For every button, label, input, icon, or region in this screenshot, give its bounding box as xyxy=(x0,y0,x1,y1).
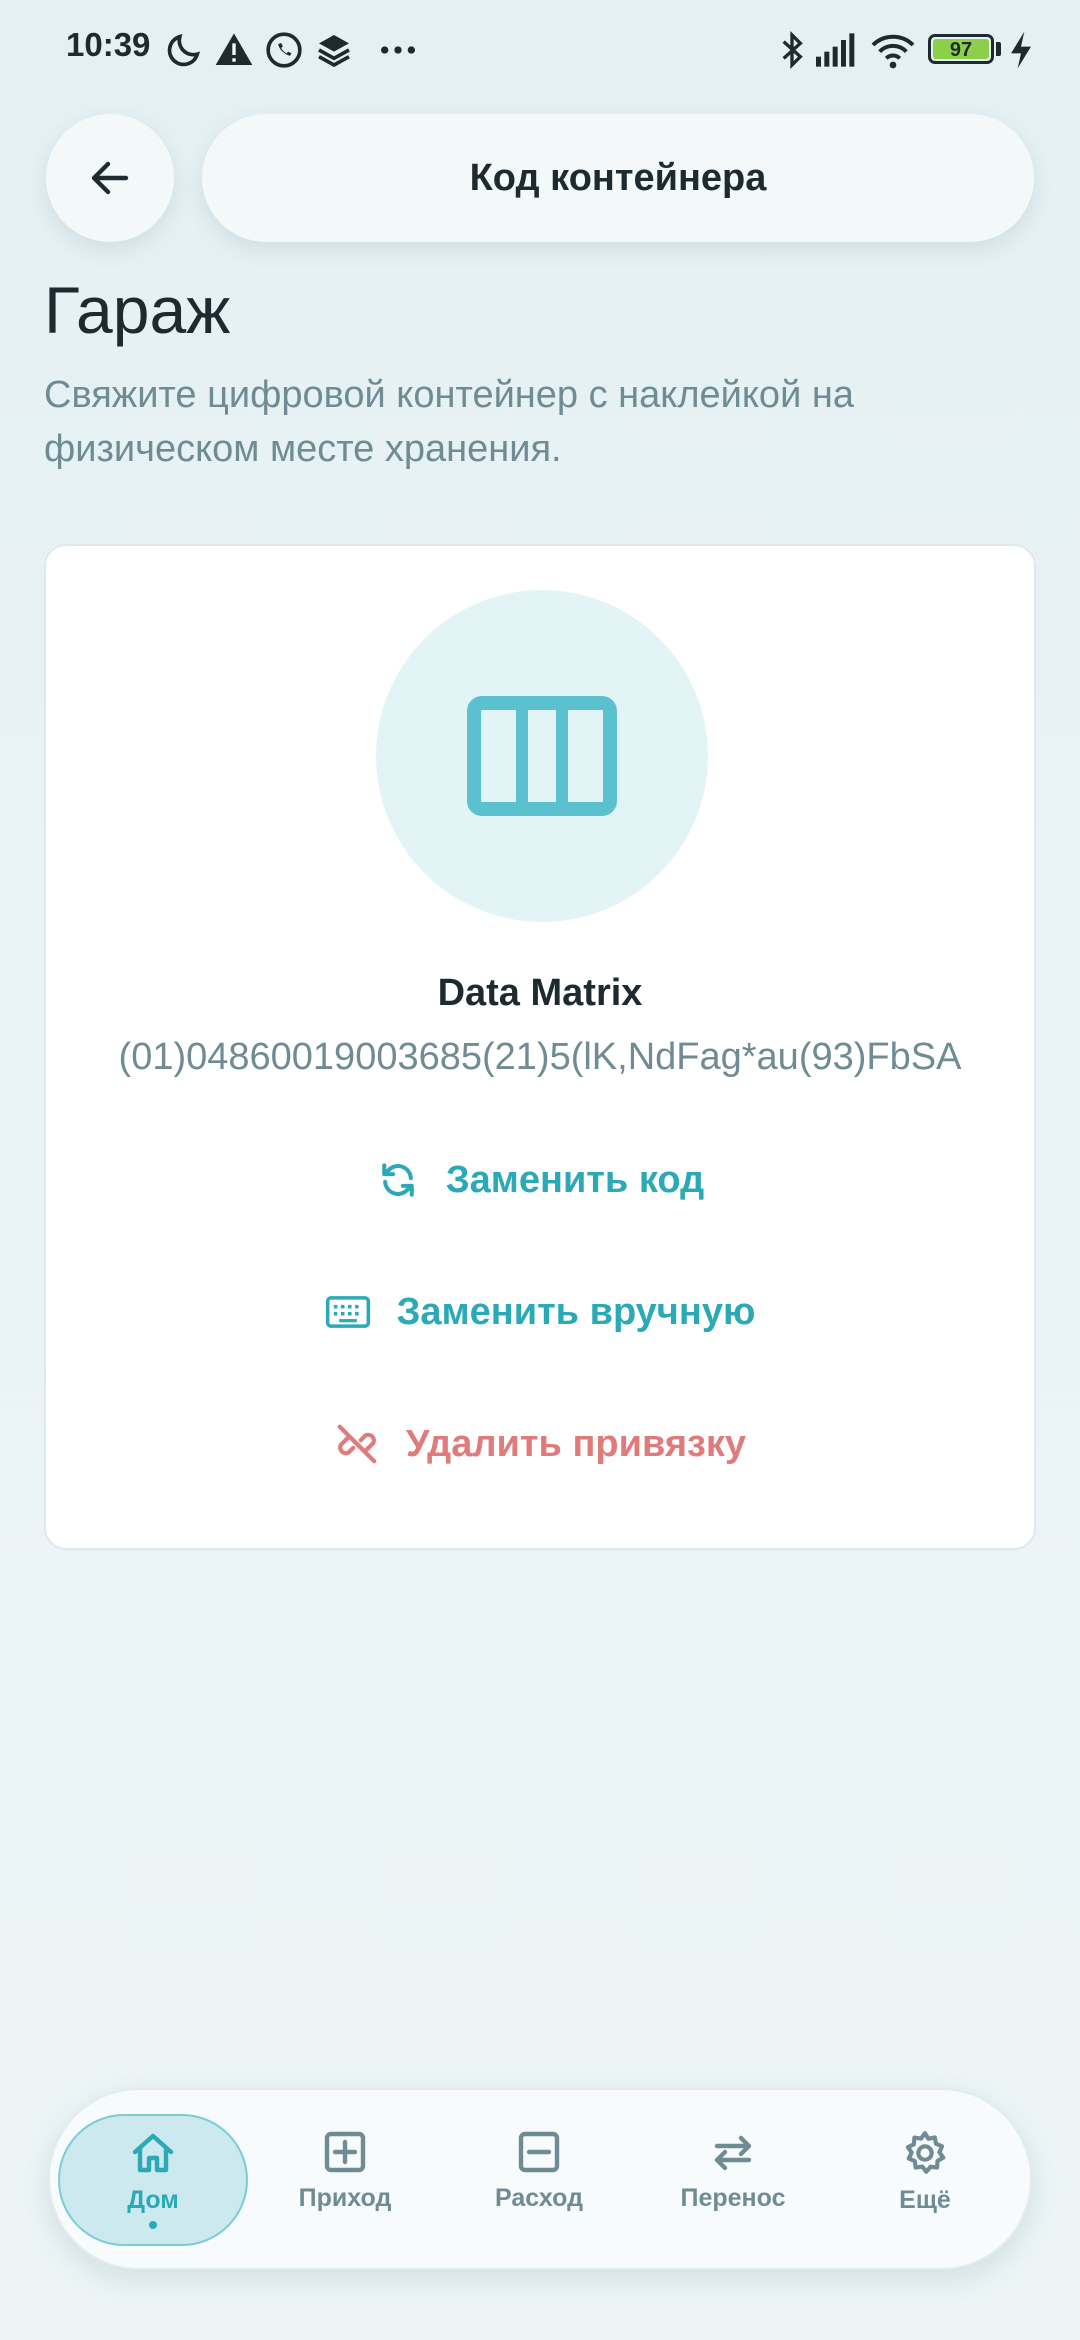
nav-label-home: Дом xyxy=(127,2186,179,2214)
battery-tip xyxy=(996,42,1001,56)
replace-code-button[interactable]: Заменить код xyxy=(46,1140,1034,1220)
status-time: 10:39 xyxy=(66,26,151,63)
nav-item-more[interactable]: Ещё xyxy=(830,2114,1020,2246)
container-code-card: Data Matrix (01)04860019003685(21)5(lK,N… xyxy=(44,544,1036,1550)
minus-square-icon xyxy=(518,2131,560,2173)
battery-icon: 97 xyxy=(928,34,994,64)
code-value: (01)04860019003685(21)5(lK,NdFag*au(93)F… xyxy=(118,1036,962,1078)
refresh-icon xyxy=(382,1163,414,1197)
moon-icon xyxy=(167,33,201,67)
warning-icon xyxy=(215,33,253,65)
replace-code-label: Заменить код xyxy=(445,1158,705,1201)
keyboard-icon xyxy=(325,1296,370,1328)
replace-manually-label: Заменить вручную xyxy=(396,1290,756,1333)
arrow-left-icon xyxy=(91,161,129,195)
wifi-icon xyxy=(871,34,915,69)
code-type: Data Matrix xyxy=(437,972,643,1014)
active-indicator xyxy=(149,2221,157,2229)
replace-manually-button[interactable]: Заменить вручную xyxy=(46,1272,1034,1352)
nav-label-expense: Расход xyxy=(495,2184,583,2212)
shelf-icon xyxy=(467,696,617,816)
nav-item-expense[interactable]: Расход xyxy=(444,2114,634,2246)
status-bar: 10:39 97 xyxy=(0,0,1080,100)
remove-binding-button[interactable]: Удалить привязку xyxy=(46,1404,1034,1484)
page-title: Гараж xyxy=(44,273,231,347)
screen: 10:39 97 Код контейнера Гараж Свяжите ци… xyxy=(0,0,1080,2340)
transfer-icon xyxy=(714,2135,752,2171)
more-icon xyxy=(381,46,415,54)
plus-square-icon xyxy=(324,2131,366,2173)
unlink-icon xyxy=(337,1424,377,1464)
bluetooth-icon xyxy=(782,30,803,70)
charging-icon xyxy=(1011,31,1031,69)
nav-label-more: Ещё xyxy=(899,2186,951,2214)
signal-icon xyxy=(816,33,855,67)
nav-item-transfer[interactable]: Перенос xyxy=(638,2114,828,2246)
battery-level: 97 xyxy=(949,39,973,61)
container-icon-circle xyxy=(376,590,708,922)
whatsapp-icon xyxy=(266,32,302,68)
home-icon xyxy=(132,2133,174,2173)
remove-binding-label: Удалить привязку xyxy=(405,1422,747,1465)
header-title-pill: Код контейнера xyxy=(202,114,1034,242)
header-title: Код контейнера xyxy=(469,156,767,199)
nav-label-income: Приход xyxy=(298,2184,392,2212)
nav-label-transfer: Перенос xyxy=(680,2184,786,2212)
nav-item-income[interactable]: Приход xyxy=(250,2114,440,2246)
page-description: Свяжите цифровой контейнер с наклейкой н… xyxy=(44,374,854,470)
gear-icon xyxy=(905,2131,946,2174)
back-button[interactable] xyxy=(46,114,174,242)
nav-item-home[interactable]: Дом xyxy=(58,2114,248,2246)
stack-icon xyxy=(318,35,350,68)
bottom-navigation: Дом Приход Расход Перенос Ещё xyxy=(48,2088,1032,2270)
